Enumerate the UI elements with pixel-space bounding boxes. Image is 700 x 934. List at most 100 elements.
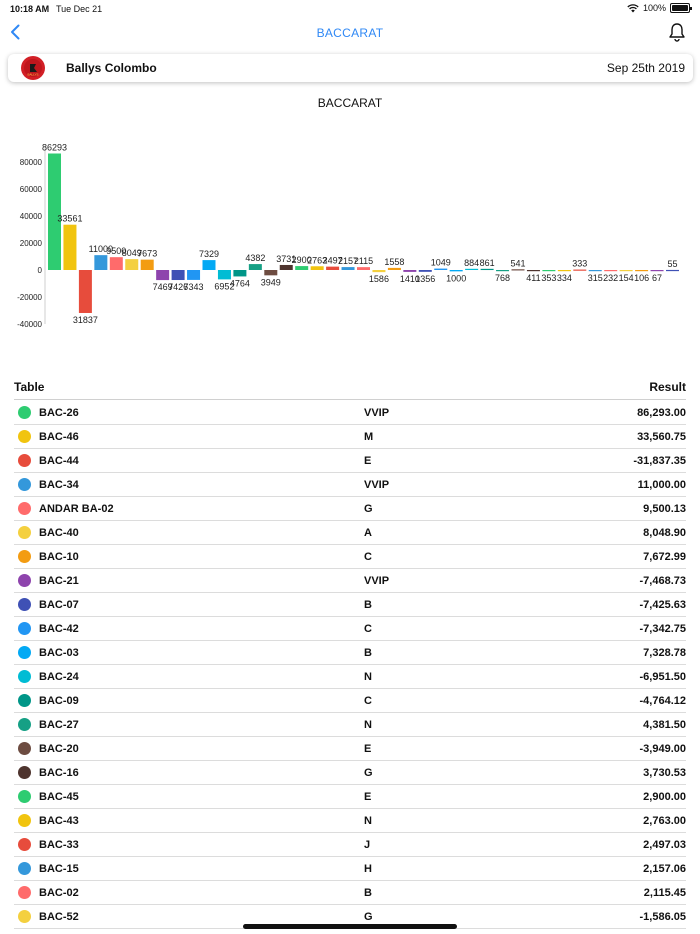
chart-bar — [666, 269, 679, 272]
row-table-name: BAC-10 — [39, 551, 79, 563]
bar-data-label: 315 — [588, 273, 603, 283]
bar-data-label: 67 — [652, 273, 662, 283]
chart-bar — [588, 270, 602, 272]
table-row[interactable]: BAC-02 B 2,115.45 — [14, 881, 686, 905]
bar-data-label: 3949 — [261, 277, 281, 287]
table-row[interactable]: BAC-15 H 2,157.06 — [14, 857, 686, 881]
table-row[interactable]: BAC-44 E -31,837.35 — [14, 449, 686, 473]
table-row[interactable]: BAC-10 C 7,672.99 — [14, 545, 686, 569]
row-category: G — [364, 503, 373, 515]
legend-dot — [18, 574, 31, 587]
chart-bar — [125, 259, 139, 270]
row-result: 7,672.99 — [643, 551, 686, 563]
bar-data-label: 7343 — [184, 282, 204, 292]
row-category: E — [364, 743, 372, 755]
y-tick-label: 40000 — [20, 212, 43, 221]
table-row[interactable]: BAC-40 A 8,048.90 — [14, 521, 686, 545]
legend-dot — [18, 766, 31, 779]
table-row[interactable]: BAC-26 VVIP 86,293.00 — [14, 401, 686, 425]
notifications-button[interactable] — [666, 21, 688, 43]
bar-data-label: 768 — [495, 273, 510, 283]
bar-data-label: 353 — [541, 273, 556, 283]
row-result: 86,293.00 — [637, 407, 686, 419]
table-row[interactable]: BAC-09 C -4,764.12 — [14, 689, 686, 713]
chart-title: BACCARAT — [317, 96, 383, 110]
row-category: G — [364, 767, 373, 779]
table-row[interactable]: BAC-03 B 7,328.78 — [14, 641, 686, 665]
venue-name: Ballys Colombo — [66, 61, 157, 75]
status-bar: 10:18 AM Tue Dec 21 100% — [0, 0, 700, 18]
table-row[interactable]: BAC-07 B -7,425.63 — [14, 593, 686, 617]
home-indicator[interactable] — [243, 924, 457, 929]
venue-date: Sep 25th 2019 — [606, 61, 685, 75]
row-table-name: BAC-34 — [39, 479, 79, 491]
row-category: C — [364, 551, 372, 563]
legend-dot — [18, 670, 31, 683]
y-tick-label: 0 — [38, 266, 43, 275]
chart-bar — [233, 270, 247, 277]
wifi-icon — [627, 3, 639, 12]
chart-bar — [635, 270, 649, 272]
table-row[interactable]: BAC-16 G 3,730.53 — [14, 761, 686, 785]
row-result: 9,500.13 — [643, 503, 686, 515]
row-table-name: BAC-02 — [39, 887, 79, 899]
table-row[interactable]: ANDAR BA-02 G 9,500.13 — [14, 497, 686, 521]
bar-data-label: 154 — [619, 273, 634, 283]
chart-bar — [94, 255, 108, 270]
chart-bar — [403, 270, 417, 272]
table-row[interactable]: BAC-34 VVIP 11,000.00 — [14, 473, 686, 497]
row-category: VVIP — [364, 479, 390, 491]
row-result: -31,837.35 — [633, 455, 686, 467]
battery-icon — [670, 3, 692, 13]
bell-icon — [669, 23, 685, 42]
legend-dot — [18, 430, 31, 443]
table-row[interactable]: BAC-27 N 4,381.50 — [14, 713, 686, 737]
table-row[interactable]: BAC-42 C -7,342.75 — [14, 617, 686, 641]
bar-data-label: 1000 — [446, 273, 466, 283]
bar-data-label: 333 — [572, 259, 587, 269]
bar-data-label: 1356 — [415, 274, 435, 284]
row-table-name: BAC-21 — [39, 575, 79, 587]
row-result: 33,560.75 — [637, 431, 686, 443]
results-list: BAC-26 VVIP 86,293.00 BAC-46 M 33,560.75 BAC-4… — [14, 401, 686, 929]
table-row[interactable]: BAC-46 M 33,560.75 — [14, 425, 686, 449]
row-result: -7,425.63 — [639, 599, 686, 611]
chart-bar — [326, 266, 340, 270]
chart-bar — [171, 270, 185, 281]
row-category: C — [364, 695, 372, 707]
chart-bar — [310, 266, 324, 270]
venue-card[interactable]: BALLYS Ballys Colombo Sep 25th 2019 — [8, 54, 693, 82]
header-table: Table — [14, 380, 45, 394]
legend-dot — [18, 694, 31, 707]
row-table-name: BAC-16 — [39, 767, 79, 779]
table-row[interactable]: BAC-20 E -3,949.00 — [14, 737, 686, 761]
row-table-name: BAC-43 — [39, 815, 79, 827]
bar-data-label: 1586 — [369, 274, 389, 284]
table-row[interactable]: BAC-33 J 2,497.03 — [14, 833, 686, 857]
row-table-name: BAC-45 — [39, 791, 79, 803]
legend-dot — [18, 790, 31, 803]
chart-bar — [48, 153, 61, 270]
bar-data-label: 884 — [464, 258, 479, 268]
status-time: 10:18 AM — [10, 4, 50, 14]
bar-data-label: 411 — [526, 273, 540, 283]
table-row[interactable]: BAC-21 VVIP -7,468.73 — [14, 569, 686, 593]
chart-bar — [248, 264, 262, 270]
legend-dot — [18, 718, 31, 731]
bar-data-label: 1558 — [384, 257, 404, 267]
table-row[interactable]: BAC-43 N 2,763.00 — [14, 809, 686, 833]
bar-data-label: 334 — [557, 273, 572, 283]
table-row[interactable]: BAC-45 E 2,900.00 — [14, 785, 686, 809]
legend-dot — [18, 598, 31, 611]
header-result: Result — [649, 380, 686, 394]
status-right: 100% — [627, 3, 692, 13]
bar-data-label: 86293 — [42, 143, 67, 153]
y-tick-label: 60000 — [20, 185, 43, 194]
chart-bar — [619, 270, 633, 272]
row-result: -3,949.00 — [639, 743, 686, 755]
chart-bar — [573, 269, 587, 271]
chart-bar — [480, 268, 494, 271]
y-tick-label: -20000 — [17, 293, 42, 302]
table-row[interactable]: BAC-24 N -6,951.50 — [14, 665, 686, 689]
bar-data-label: 4764 — [230, 278, 250, 288]
